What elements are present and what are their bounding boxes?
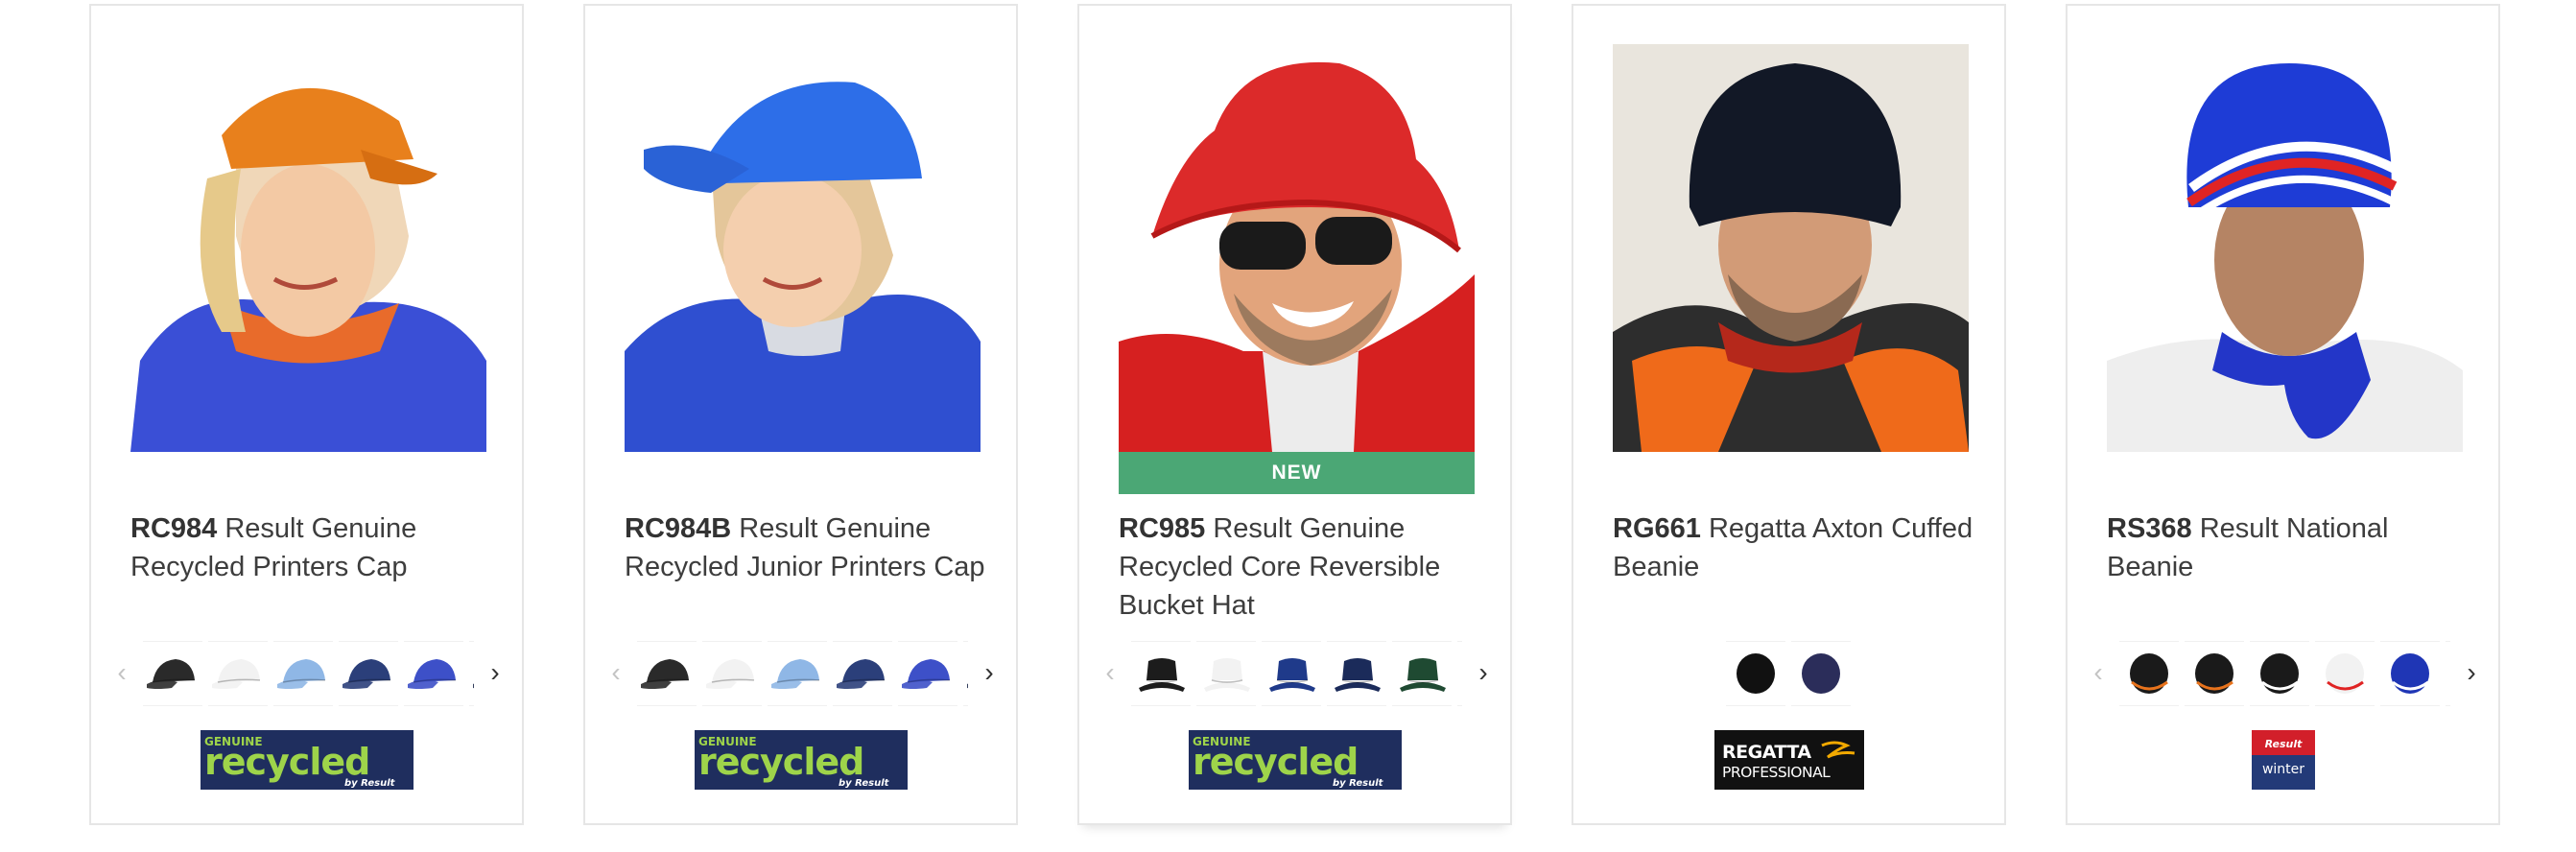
product-code: RS368 — [2107, 513, 2192, 544]
logo-line-recycled: recycled — [204, 741, 369, 783]
product-code: RG661 — [1613, 513, 1701, 544]
logo-line-regatta: REGATTA — [1722, 742, 1811, 763]
logo-line-professional: PROFESSIONAL — [1722, 764, 1831, 781]
product-photo-man-bucket-hat — [1119, 44, 1475, 452]
colour-swatch[interactable] — [1392, 641, 1452, 706]
genuine-recycled-logo: GENUINE recycled by Result — [200, 730, 414, 790]
swatch-track — [2119, 641, 2450, 706]
regatta-professional-logo: REGATTA PROFESSIONAL — [1713, 730, 1864, 790]
product-card[interactable]: RC984B Result Genuine Recycled Junior Pr… — [583, 4, 1018, 825]
logo-line-by-result: by Result — [344, 778, 396, 789]
colour-swatch[interactable] — [963, 641, 968, 706]
colour-swatch[interactable] — [2250, 641, 2309, 706]
product-code: RC985 — [1119, 513, 1206, 544]
product-photo-child-cap — [625, 44, 981, 452]
colour-swatch-list — [1591, 641, 1991, 706]
swatch-track — [143, 641, 474, 706]
logo-line-by-result: by Result — [1333, 778, 1384, 789]
genuine-recycled-logo: GENUINE recycled by Result — [694, 730, 908, 790]
product-card[interactable]: RS368 Result National Beanie ‹ › Result … — [2066, 4, 2500, 825]
swatch-track — [1591, 641, 1991, 706]
genuine-recycled-logo: GENUINE recycled by Result — [1188, 730, 1402, 790]
product-image[interactable] — [1119, 44, 1475, 452]
carousel-next-arrow[interactable]: › — [482, 656, 508, 689]
colour-swatch[interactable] — [404, 641, 463, 706]
product-title[interactable]: RC984 Result Genuine Recycled Printers C… — [130, 509, 495, 586]
colour-swatch-carousel: ‹ › — [603, 641, 1003, 706]
carousel-next-arrow[interactable]: › — [976, 656, 1003, 689]
colour-swatch-carousel: ‹ › — [1097, 641, 1497, 706]
colour-swatch[interactable] — [2446, 641, 2450, 706]
colour-swatch[interactable] — [2119, 641, 2179, 706]
colour-swatch[interactable] — [1457, 641, 1462, 706]
carousel-prev-arrow[interactable]: ‹ — [603, 656, 629, 689]
swatch-track — [637, 641, 968, 706]
colour-swatch[interactable] — [637, 641, 697, 706]
colour-swatch[interactable] — [1327, 641, 1386, 706]
product-title[interactable]: RG661 Regatta Axton Cuffed Beanie — [1613, 509, 1977, 586]
colour-swatch[interactable] — [2380, 641, 2440, 706]
colour-swatch[interactable] — [143, 641, 202, 706]
product-title[interactable]: RS368 Result National Beanie — [2107, 509, 2471, 586]
logo-line-by-result: by Result — [839, 778, 890, 789]
colour-swatch[interactable] — [833, 641, 892, 706]
colour-swatch[interactable] — [1131, 641, 1191, 706]
colour-swatch[interactable] — [702, 641, 762, 706]
carousel-next-arrow[interactable]: › — [1470, 656, 1497, 689]
product-title[interactable]: RC984B Result Genuine Recycled Junior Pr… — [625, 509, 989, 586]
colour-swatch[interactable] — [1790, 641, 1851, 706]
product-card[interactable]: NEW RC985 Result Genuine Recycled Core R… — [1077, 4, 1512, 825]
product-photo-man-cuffed-beanie — [1613, 44, 1969, 452]
swatch-track — [1131, 641, 1462, 706]
carousel-next-arrow[interactable]: › — [2458, 656, 2485, 689]
product-photo-man-national-beanie — [2107, 44, 2463, 452]
carousel-prev-arrow[interactable]: ‹ — [108, 656, 135, 689]
colour-swatch-carousel: ‹ › — [108, 641, 508, 706]
logo-line-recycled: recycled — [1193, 741, 1358, 783]
product-card[interactable]: RC984 Result Genuine Recycled Printers C… — [89, 4, 524, 825]
product-code: RC984 — [130, 513, 218, 544]
colour-swatch[interactable] — [1262, 641, 1321, 706]
logo-line-recycled: recycled — [698, 741, 863, 783]
colour-swatch[interactable] — [273, 641, 333, 706]
colour-swatch[interactable] — [2315, 641, 2375, 706]
product-image[interactable] — [625, 44, 981, 452]
colour-swatch[interactable] — [898, 641, 957, 706]
colour-swatch[interactable] — [208, 641, 268, 706]
product-card[interactable]: RG661 Regatta Axton Cuffed Beanie REGATT… — [1572, 4, 2006, 825]
product-image[interactable] — [2107, 44, 2463, 452]
logo-line-winter: winter — [2261, 762, 2304, 777]
product-code: RC984B — [625, 513, 732, 544]
product-image[interactable] — [1613, 44, 1969, 452]
colour-swatch[interactable] — [469, 641, 474, 706]
colour-swatch[interactable] — [339, 641, 398, 706]
carousel-prev-arrow[interactable]: ‹ — [1097, 656, 1123, 689]
result-winter-logo: Result winter — [2251, 730, 2315, 790]
carousel-prev-arrow[interactable]: ‹ — [2085, 656, 2112, 689]
colour-swatch[interactable] — [768, 641, 827, 706]
colour-swatch[interactable] — [1725, 641, 1785, 706]
logo-line-result: Result — [2264, 738, 2303, 750]
colour-swatch-carousel: ‹ › — [2085, 641, 2485, 706]
colour-swatch[interactable] — [2185, 641, 2244, 706]
product-photo-woman-cap — [130, 44, 486, 452]
product-image[interactable] — [130, 44, 486, 452]
product-title[interactable]: RC985 Result Genuine Recycled Core Rever… — [1119, 509, 1483, 625]
colour-swatch[interactable] — [1196, 641, 1256, 706]
new-badge: NEW — [1119, 452, 1475, 494]
